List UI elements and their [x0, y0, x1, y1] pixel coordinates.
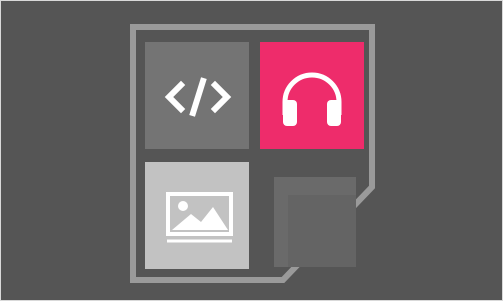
- empty-tile-shade: [288, 195, 356, 267]
- music-tile: [260, 42, 364, 149]
- code-tile: [145, 42, 249, 149]
- image-tile: [145, 162, 249, 269]
- file-type-tiles-illustration: [130, 24, 375, 283]
- app-icon-canvas: [0, 0, 503, 301]
